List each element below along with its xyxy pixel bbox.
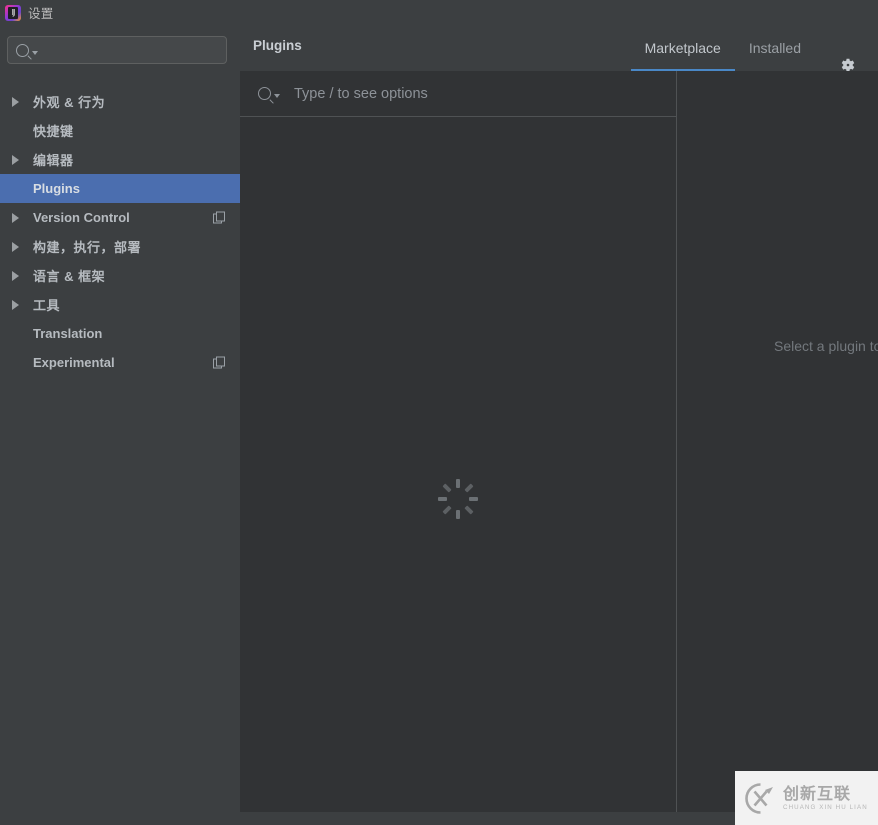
tab-label: Marketplace <box>644 40 721 56</box>
tab-label: Installed <box>748 40 801 56</box>
chevron-right-icon[interactable] <box>12 299 28 310</box>
plugins-header: Plugins Marketplace Installed <box>240 25 878 72</box>
tab-marketplace[interactable]: Marketplace <box>630 25 736 71</box>
loading-spinner-icon <box>438 474 478 519</box>
plugin-detail-pane: Select a plugin to see the description <box>677 71 878 812</box>
watermark-pinyin: CHUANG XIN HU LIAN <box>783 803 868 811</box>
chevron-right-icon[interactable] <box>12 96 28 107</box>
project-scope-badge-icon <box>213 356 226 369</box>
sidebar-item-experimental[interactable]: Experimental <box>0 348 240 377</box>
sidebar-item-build-execution-deployment[interactable]: 构建，执行，部署 <box>0 232 240 261</box>
window-title: 设置 <box>28 7 54 21</box>
sidebar-item-label: Version Control <box>33 210 130 225</box>
chevron-right-icon[interactable] <box>12 270 28 281</box>
chevron-right-icon[interactable] <box>12 154 28 165</box>
sidebar-item-label: Plugins <box>33 181 80 196</box>
plugins-tabs: Marketplace Installed <box>630 25 815 71</box>
title-bar: IJ 设置 <box>0 0 878 25</box>
sidebar-item-label: Translation <box>33 326 103 341</box>
settings-dialog: IJ 设置 外观 & 行为 快捷键 编辑器 Plugins Version Co… <box>0 0 878 825</box>
chevron-right-icon[interactable] <box>12 212 28 223</box>
tab-installed[interactable]: Installed <box>735 25 815 71</box>
watermark-text: 创新互联 CHUANG XIN HU LIAN <box>783 783 868 812</box>
sidebar-item-plugins[interactable]: Plugins <box>0 174 240 203</box>
sidebar-item-version-control[interactable]: Version Control <box>0 203 240 232</box>
plugin-detail-placeholder: Select a plugin to see the description <box>774 338 878 354</box>
sidebar-item-label: 编辑器 <box>33 153 74 168</box>
sidebar-item-label: 快捷键 <box>33 124 74 139</box>
sidebar-search-input[interactable] <box>38 42 226 58</box>
sidebar-item-appearance-and-behavior[interactable]: 外观 & 行为 <box>0 87 240 116</box>
project-scope-badge-icon <box>213 211 226 224</box>
sidebar-item-label: 语言 & 框架 <box>33 269 106 284</box>
sidebar-item-keymap[interactable]: 快捷键 <box>0 116 240 145</box>
sidebar-item-label: 外观 & 行为 <box>33 95 106 110</box>
search-icon <box>16 43 29 57</box>
sidebar-item-translation[interactable]: Translation <box>0 319 240 348</box>
sidebar-item-languages-and-frameworks[interactable]: 语言 & 框架 <box>0 261 240 290</box>
cx-logo-icon <box>744 782 777 815</box>
settings-sidebar: 外观 & 行为 快捷键 编辑器 Plugins Version Control <box>0 25 240 812</box>
intellij-idea-icon: IJ <box>5 4 21 21</box>
plugin-search-input[interactable] <box>280 84 676 103</box>
sidebar-item-label: 工具 <box>33 298 61 313</box>
plugins-panel: Plugins Marketplace Installed Type / to … <box>240 25 878 812</box>
settings-tree: 外观 & 行为 快捷键 编辑器 Plugins Version Control <box>0 87 240 377</box>
watermark: 创新互联 CHUANG XIN HU LIAN <box>735 771 878 825</box>
sidebar-item-editor[interactable]: 编辑器 <box>0 145 240 174</box>
sidebar-item-label: 构建，执行，部署 <box>33 240 142 255</box>
page-title: Plugins <box>253 38 302 53</box>
plugin-list[interactable] <box>240 117 676 812</box>
sidebar-item-tools[interactable]: 工具 <box>0 290 240 319</box>
watermark-chinese: 创新互联 <box>783 783 852 803</box>
chevron-right-icon[interactable] <box>12 241 28 252</box>
app-icon-label: IJ <box>11 7 16 17</box>
sidebar-item-label: Experimental <box>33 355 115 370</box>
plugin-search-box[interactable] <box>240 71 676 116</box>
search-icon <box>258 87 271 100</box>
sidebar-search-box[interactable] <box>7 36 227 64</box>
